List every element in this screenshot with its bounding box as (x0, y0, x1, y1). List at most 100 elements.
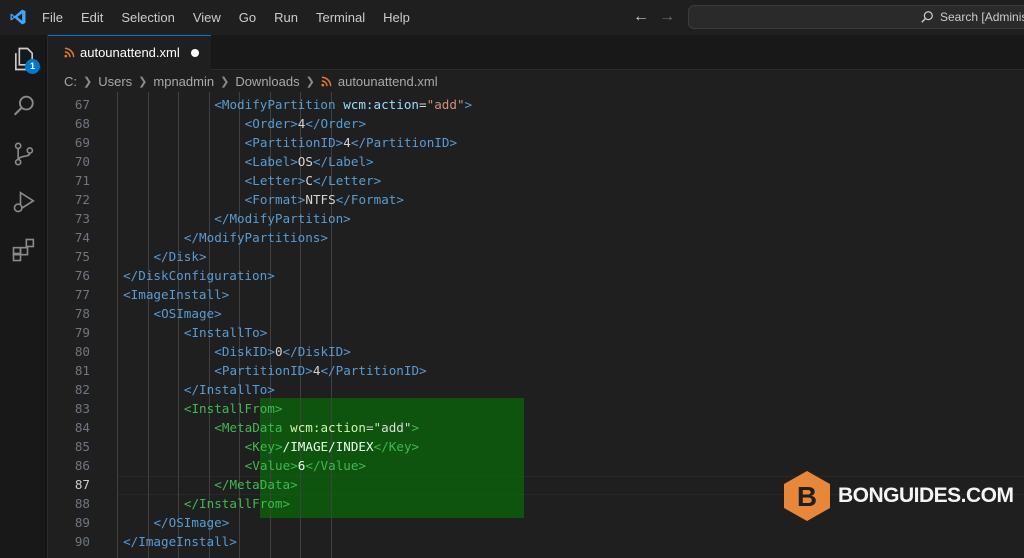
code-token: PartitionID (252, 135, 336, 150)
code-token: </ (335, 192, 351, 207)
code-line: 70 <Label>OS</Label> (48, 152, 1024, 171)
line-number: 83 (74, 401, 90, 416)
back-arrow-icon[interactable]: ← (633, 9, 649, 25)
code-token: Value (252, 458, 291, 473)
code-line: 68 <Order>4</Order> (48, 114, 1024, 133)
code-text: <Order>4</Order> (245, 114, 366, 133)
code-token: > (275, 439, 283, 454)
breadcrumb-item[interactable]: mpnadmin (153, 74, 214, 89)
run-debug-icon[interactable] (10, 188, 38, 216)
xml-file-icon (321, 76, 332, 87)
code-token: DiskConfiguration (138, 268, 268, 283)
code-token: </ (214, 477, 230, 492)
code-text: <ModifyPartition wcm:action="add"> (214, 95, 472, 114)
code-line: 82 </InstallTo> (48, 380, 1024, 399)
menu-terminal[interactable]: Terminal (307, 0, 374, 35)
line-number: 75 (74, 249, 90, 264)
code-token: InstallTo (191, 325, 260, 340)
code-token: </ (312, 154, 329, 169)
unsaved-dot-icon[interactable] (191, 49, 199, 57)
code-token: InstallFrom (191, 401, 275, 416)
menu-go[interactable]: Go (230, 0, 265, 35)
code-token: C (305, 173, 313, 188)
line-number: 87 (74, 477, 90, 492)
tab-autounattend[interactable]: autounattend.xml (48, 35, 211, 70)
menu-edit[interactable]: Edit (72, 0, 112, 35)
code-token: </ (305, 458, 321, 473)
code-token: > (464, 97, 473, 112)
watermark-text: BONGUIDES.COM (838, 484, 1014, 507)
code-line: 80 <DiskID>0</DiskID> (48, 342, 1024, 361)
line-number: 71 (74, 173, 90, 188)
code-token: </ (123, 268, 139, 283)
code-text: <OSImage> (153, 304, 221, 323)
line-number: 77 (74, 287, 90, 302)
menu-file[interactable]: File (33, 0, 72, 35)
code-token: > (290, 458, 298, 473)
search-icon (921, 11, 933, 23)
line-number: 78 (74, 306, 90, 321)
code-token: > (411, 439, 420, 454)
code-token: ModifyPartitions (199, 230, 321, 245)
code-line: 75 </Disk> (48, 247, 1024, 266)
menu-selection[interactable]: Selection (112, 0, 183, 35)
line-number: 70 (74, 154, 90, 169)
code-token: </ (305, 116, 321, 131)
breadcrumb-item[interactable]: autounattend.xml (338, 74, 438, 89)
code-token: = (365, 420, 374, 435)
line-number: 67 (74, 97, 90, 112)
code-token: = (419, 97, 427, 112)
code-token: "add" (373, 420, 412, 435)
code-token: > (290, 116, 298, 131)
line-number: 73 (74, 211, 90, 226)
code-token: Value (320, 458, 359, 473)
line-number: 85 (74, 439, 90, 454)
breadcrumb-item[interactable]: Users (98, 74, 132, 89)
code-token: </ (183, 382, 200, 397)
code-token: < (214, 344, 222, 359)
code-token: < (214, 420, 222, 435)
code-token: </ (312, 173, 329, 188)
code-token: > (396, 192, 404, 207)
explorer-badge: 1 (25, 59, 40, 74)
command-center-search[interactable]: Search [Adminis (688, 5, 1024, 29)
code-line: 90 </ImageInstall> (48, 532, 1024, 551)
code-token: </ (183, 496, 200, 511)
code-token: Order (320, 116, 359, 131)
chevron-right-icon: ❯ (220, 75, 230, 88)
code-text: <PartitionID>4</PartitionID> (214, 361, 426, 380)
code-token: > (320, 230, 328, 245)
code-text: <PartitionID>4</PartitionID> (245, 133, 457, 152)
code-token: PartitionID (335, 363, 420, 378)
code-token: wcm:action (290, 420, 366, 435)
search-view-icon[interactable] (10, 92, 38, 120)
code-token: > (343, 211, 351, 226)
code-token: > (290, 477, 298, 492)
code-token: </ (123, 534, 139, 549)
code-token: ImageInstall (138, 534, 230, 549)
code-token: > (229, 534, 237, 549)
extensions-icon[interactable] (10, 236, 38, 264)
forward-arrow-icon[interactable]: → (659, 9, 675, 25)
source-control-icon[interactable] (10, 140, 38, 168)
code-token: /IMAGE/INDEX (282, 439, 374, 454)
breadcrumb-item[interactable]: C: (64, 74, 77, 89)
code-line: 74 </ModifyPartitions> (48, 228, 1024, 247)
chevron-right-icon: ❯ (305, 75, 315, 88)
code-text: </Disk> (153, 247, 206, 266)
code-line: 83 <InstallFrom> (48, 399, 1024, 418)
menu-run[interactable]: Run (265, 0, 307, 35)
code-token: > (290, 154, 298, 169)
menu-view[interactable]: View (184, 0, 230, 35)
code-token: Key (252, 439, 276, 454)
code-token: > (449, 135, 458, 150)
code-token: OSImage (161, 306, 215, 321)
code-token: > (305, 363, 313, 378)
code-token: 0 (274, 344, 283, 359)
breadcrumb-item[interactable]: Downloads (235, 74, 299, 89)
code-line: 81 <PartitionID>4</PartitionID> (48, 361, 1024, 380)
menu-help[interactable]: Help (374, 0, 419, 35)
code-token: > (267, 268, 275, 283)
line-number: 72 (74, 192, 90, 207)
code-token: "add" (426, 97, 465, 112)
